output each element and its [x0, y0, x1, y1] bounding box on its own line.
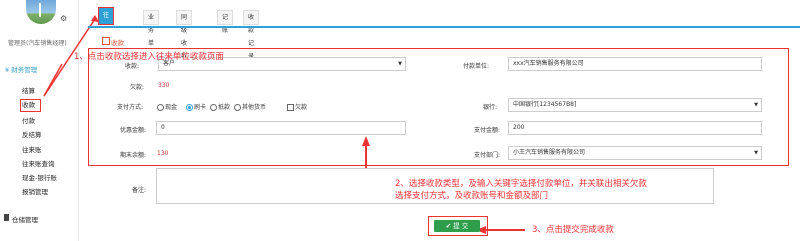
annotation-step3: 3、点击提交完成收款 [532, 225, 614, 235]
pay-method-label: 支付方式: [117, 104, 144, 111]
radio-cash[interactable]: 现金 [157, 102, 177, 111]
chevron-down-icon: ▼ [398, 61, 402, 67]
discount-input[interactable]: 0 [156, 121, 406, 135]
end-owed-value: 130 [157, 150, 169, 157]
owe-checkbox[interactable]: 欠款 [287, 102, 307, 111]
form-icon [102, 37, 110, 45]
radio-card[interactable]: 刷卡 [186, 102, 206, 111]
chevron-down-icon: ▼ [754, 150, 758, 156]
end-owed-label: 期末余额: [120, 152, 147, 159]
radio-offset[interactable]: 抵款 [210, 102, 230, 111]
payer-label: 付款单位: [463, 63, 490, 70]
remark-label: 备注: [132, 187, 147, 194]
tab-peer-receipt[interactable]: 同级收款 [176, 10, 193, 60]
form-title: 收款 [111, 39, 124, 47]
annotation-step2-line1: 2、选择收款类型，及输入关键字选择付款单位，并关联出相关欠款 [395, 179, 647, 189]
tab-receipt-records[interactable]: 收款记录 [243, 10, 260, 60]
bank-select[interactable]: 中国银行[1234567B8] ▼ [508, 98, 762, 112]
paid-label: 支付金额: [474, 127, 501, 134]
submit-button[interactable]: ✔ 提 交 [434, 220, 480, 232]
owed-value: 330 [158, 82, 170, 89]
paid-input[interactable]: 200 [508, 121, 762, 135]
radio-other[interactable]: 其他货币 [234, 102, 266, 111]
discount-label: 优惠金额: [120, 127, 147, 134]
owed-label: 欠款: [130, 84, 145, 91]
tab-business[interactable]: 业务单 [143, 10, 160, 47]
payer-input[interactable]: xxx汽车销售服务有限公司 [508, 57, 762, 71]
tab-underline [88, 26, 800, 28]
annotation-step2-line2: 选择支付方式，及收款账号和金额及部门 [395, 191, 549, 201]
dept-select[interactable]: 小王汽车销售服务有限公司 ▼ [508, 146, 762, 160]
submit-highlight: ✔ 提 交 [428, 216, 488, 236]
tab-contacts[interactable]: 往来单位 [98, 7, 115, 67]
dept-label: 支付部门: [474, 152, 501, 159]
chevron-down-icon: ▼ [754, 102, 758, 108]
bank-label: 银行: [483, 104, 498, 111]
tab-bookkeeping[interactable]: 记账 [217, 10, 234, 34]
annotation-step1: 1、点击收款选择进入往来单位收款页面 [74, 52, 224, 62]
